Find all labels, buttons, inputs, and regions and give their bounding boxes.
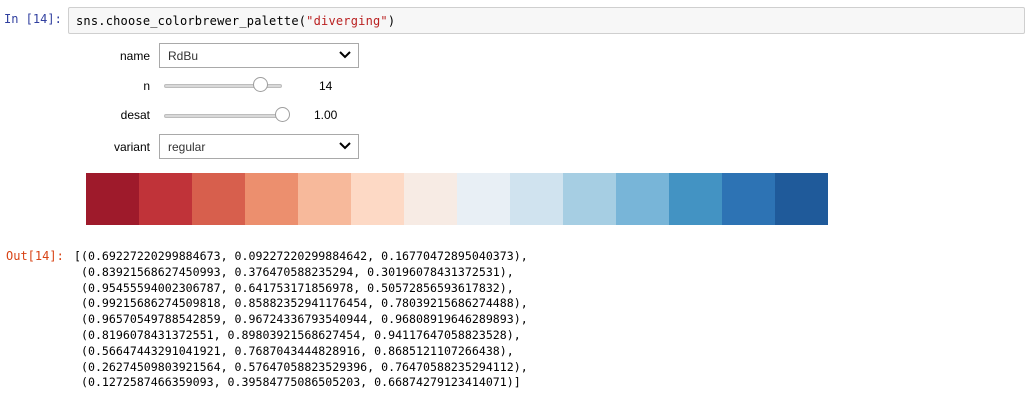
desat-slider-track[interactable]	[164, 114, 289, 118]
color-palette	[86, 173, 828, 225]
desat-slider-handle[interactable]	[275, 107, 290, 122]
n-slider[interactable]	[164, 75, 284, 95]
name-label: name	[119, 49, 150, 63]
output-line: (0.1272587466359093, 0.39584775086505203…	[74, 375, 521, 390]
name-dropdown-value: RdBu	[168, 49, 199, 63]
chevron-down-icon	[339, 142, 351, 150]
palette-swatch	[775, 173, 828, 225]
name-dropdown[interactable]: RdBu	[159, 43, 359, 68]
code-function: sns.choose_colorbrewer_palette(	[76, 14, 307, 28]
n-value: 14	[319, 79, 333, 93]
palette-swatch	[86, 173, 139, 225]
code-editor[interactable]: sns.choose_colorbrewer_palette("divergin…	[68, 7, 1025, 34]
palette-swatch	[457, 173, 510, 225]
code-string-arg: "diverging"	[306, 14, 388, 28]
palette-swatch	[139, 173, 192, 225]
output-line: (0.56647443291041921, 0.7687043444828916…	[74, 343, 514, 358]
desat-value: 1.00	[314, 108, 338, 122]
palette-swatch	[510, 173, 563, 225]
n-label: n	[143, 79, 150, 93]
code-line: sns.choose_colorbrewer_palette("divergin…	[76, 14, 395, 28]
palette-swatch	[298, 173, 351, 225]
output-line: (0.99215686274509818, 0.8588235294117645…	[74, 296, 528, 311]
code-close-paren: )	[387, 14, 396, 28]
variant-dropdown-value: regular	[168, 140, 206, 154]
output-line: (0.83921568627450993, 0.376470588235294,…	[74, 264, 514, 279]
variant-dropdown[interactable]: regular	[159, 134, 359, 159]
n-slider-handle[interactable]	[252, 77, 268, 92]
palette-swatch	[669, 173, 722, 225]
chevron-down-icon	[339, 51, 351, 59]
output-line: (0.8196078431372551, 0.89803921568627454…	[74, 327, 521, 342]
input-prompt: In [14]:	[4, 12, 62, 26]
palette-swatch	[722, 173, 775, 225]
variant-label: variant	[113, 140, 150, 154]
palette-swatch	[351, 173, 404, 225]
palette-swatch	[245, 173, 298, 225]
palette-swatch	[563, 173, 616, 225]
output-line: (0.95455594002306787, 0.641753171856978,…	[74, 280, 514, 295]
output-line: (0.96570549788542859, 0.9672433679354094…	[74, 312, 528, 327]
output-line: (0.26274509803921564, 0.5764705882352939…	[74, 359, 528, 374]
desat-slider[interactable]	[164, 105, 291, 125]
palette-swatch	[192, 173, 245, 225]
desat-label: desat	[120, 108, 150, 122]
palette-swatch	[404, 173, 457, 225]
output-text: [(0.69227220299884673, 0.092272202998846…	[74, 249, 528, 391]
palette-swatch	[616, 173, 669, 225]
output-line: [(0.69227220299884673, 0.092272202998846…	[74, 249, 528, 263]
output-prompt: Out[14]:	[6, 249, 64, 263]
